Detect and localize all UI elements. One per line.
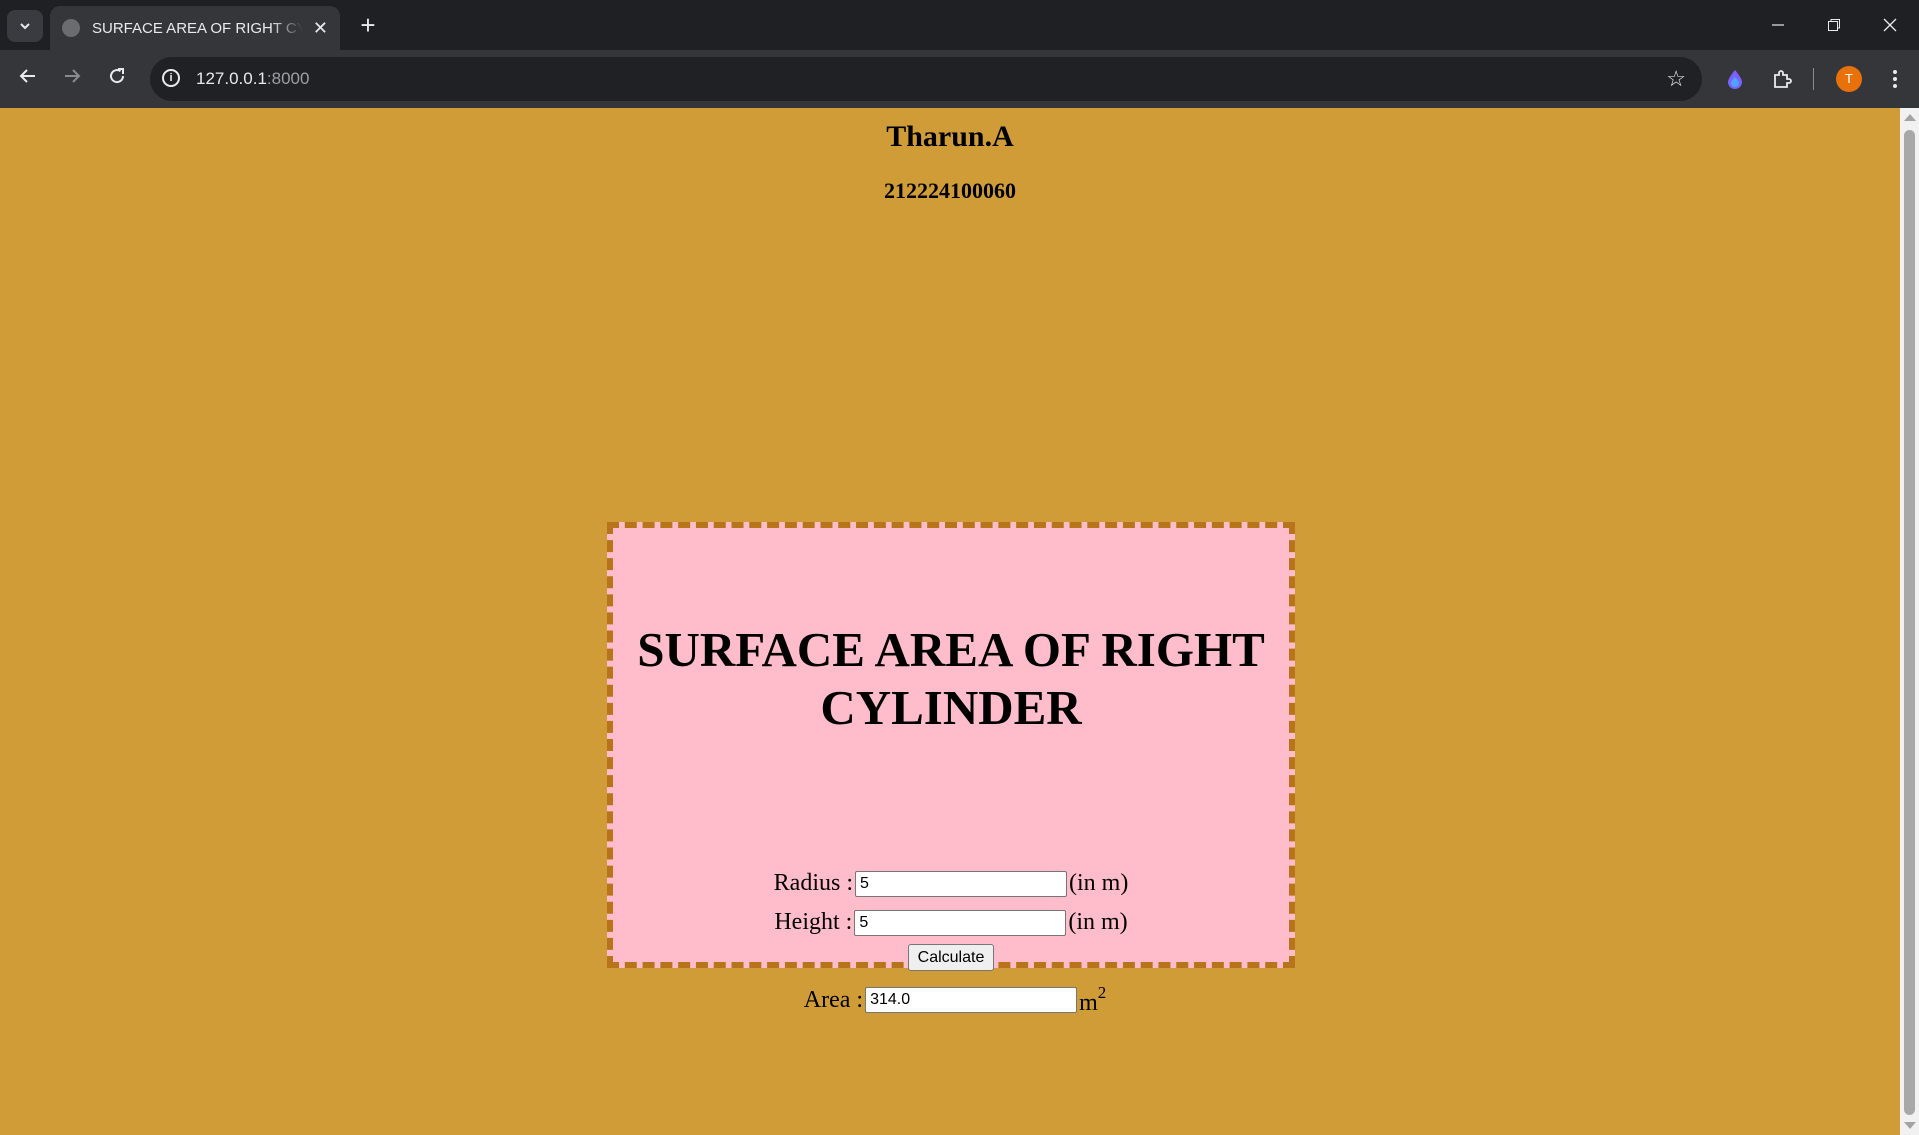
restore-icon [1828, 19, 1840, 31]
area-unit-exponent: 2 [1097, 983, 1107, 1002]
drop-icon [1728, 70, 1742, 89]
area-unit-base: m [1079, 990, 1098, 1016]
forward-button[interactable] [56, 63, 88, 95]
toolbar-separator [1813, 68, 1814, 90]
height-label: Height : [774, 909, 853, 935]
browser-tab[interactable]: SURFACE AREA OF RIGHT CYLINDER ✕ [50, 6, 340, 50]
tab-title: SURFACE AREA OF RIGHT CYLINDER [92, 19, 303, 37]
url-port: :8000 [266, 69, 310, 88]
close-icon [1883, 18, 1897, 32]
site-info-icon[interactable]: i [162, 69, 180, 87]
author-name: Tharun.A [886, 120, 1014, 153]
puzzle-icon [1774, 70, 1792, 88]
area-row: Area : m2 [613, 983, 1289, 1017]
reload-icon [110, 68, 125, 84]
height-row: Height : (in m) [613, 909, 1289, 936]
url-text: 127.0.0.1:8000 [196, 69, 309, 89]
register-number: 212224100060 [884, 178, 1016, 203]
browser-toolbar: i 127.0.0.1:8000 ☆ [0, 50, 1919, 108]
more-vertical-icon [1893, 70, 1897, 88]
height-unit: (in m) [1068, 909, 1128, 935]
radius-unit: (in m) [1069, 870, 1129, 896]
radius-label: Radius : [773, 870, 853, 896]
radius-row: Radius : (in m) [613, 870, 1289, 897]
area-output[interactable] [865, 987, 1078, 1013]
scroll-up-icon[interactable] [1904, 114, 1916, 121]
vertical-scrollbar[interactable] [1900, 108, 1919, 1135]
height-input[interactable] [854, 909, 1067, 936]
bookmark-star-icon[interactable]: ☆ [1666, 66, 1686, 92]
minimize-icon [1772, 24, 1784, 26]
chevron-down-icon [20, 23, 30, 30]
reload-button[interactable] [101, 63, 133, 95]
close-tab-icon[interactable]: ✕ [313, 18, 328, 39]
scrollbar-thumb[interactable] [1904, 130, 1915, 1115]
calculator-card: SURFACE AREA OF RIGHT CYLINDER Radius : … [607, 522, 1295, 1016]
arrow-right-icon [65, 69, 81, 83]
extension-drop-icon[interactable] [1722, 66, 1748, 92]
back-button[interactable] [12, 63, 44, 95]
calculate-row: Calculate [613, 944, 1289, 971]
restore-button[interactable] [1806, 0, 1862, 50]
address-bar[interactable]: i 127.0.0.1:8000 ☆ [150, 57, 1702, 101]
area-unit: m2 [1079, 983, 1106, 1017]
new-tab-button[interactable]: + [352, 10, 384, 42]
arrow-left-icon [19, 69, 35, 83]
minimize-button[interactable] [1750, 0, 1806, 50]
page-viewport: Tharun.A 212224100060 SURFACE AREA OF RI… [0, 108, 1900, 1135]
area-label: Area : [803, 986, 864, 1013]
browser-tab-strip: SURFACE AREA OF RIGHT CYLINDER ✕ + [0, 0, 1919, 50]
url-host: 127.0.0.1 [196, 69, 267, 88]
menu-button[interactable] [1882, 66, 1908, 92]
close-window-button[interactable] [1862, 0, 1918, 50]
page-title: SURFACE AREA OF RIGHT CYLINDER [637, 622, 1265, 735]
globe-icon [62, 19, 80, 37]
profile-avatar[interactable]: T [1836, 66, 1862, 92]
calculate-button[interactable]: Calculate [907, 944, 995, 971]
scroll-down-icon[interactable] [1904, 1122, 1916, 1129]
tab-search-button[interactable] [7, 10, 43, 42]
extensions-button[interactable] [1769, 66, 1795, 92]
radius-input[interactable] [855, 870, 1067, 897]
